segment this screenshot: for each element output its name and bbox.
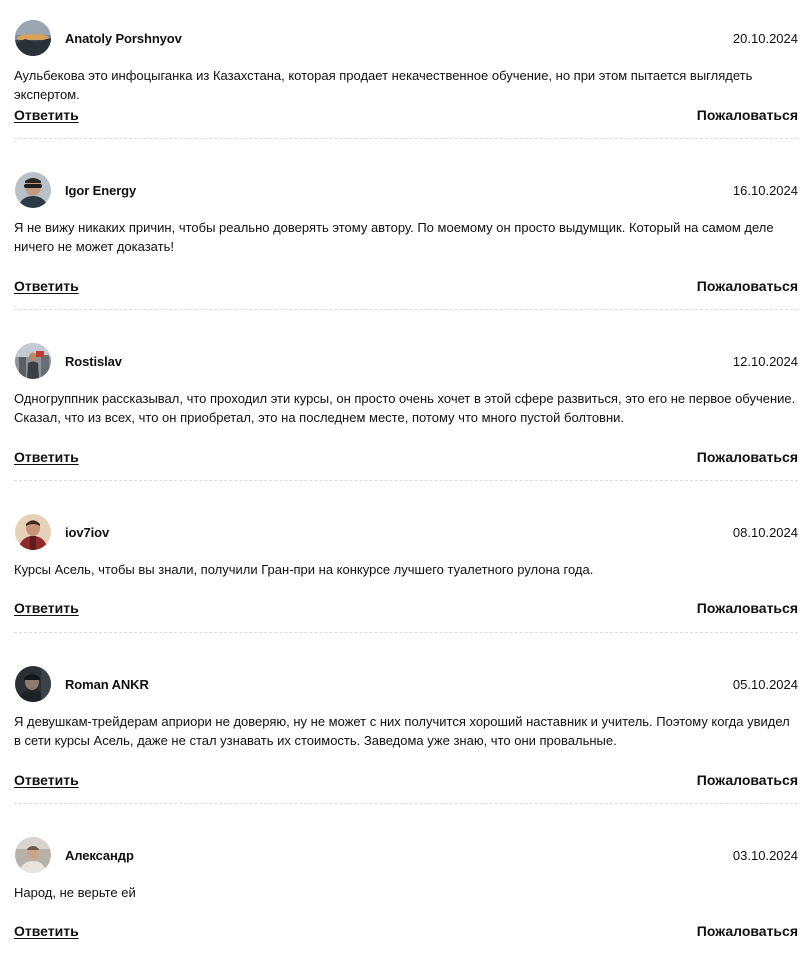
comment-date: 16.10.2024: [732, 183, 798, 198]
comments-list: Anatoly Porshnyov 20.10.2024 Аульбекова …: [0, 0, 810, 953]
report-link[interactable]: Пожаловаться: [697, 107, 798, 123]
avatar[interactable]: [15, 343, 51, 379]
author-name: Anatoly Porshnyov: [65, 31, 182, 46]
comment-header: Александр 03.10.2024: [14, 837, 798, 873]
comment-item: Igor Energy 16.10.2024 Я не вижу никаких…: [14, 172, 798, 312]
report-link[interactable]: Пожаловаться: [697, 278, 798, 294]
reply-link[interactable]: Ответить: [14, 772, 79, 788]
comment-text: Народ, не верьте ей: [14, 885, 136, 900]
author-name: Roman ANKR: [65, 677, 149, 692]
comment-text: Аульбекова это инфоцыганка из Казахстана…: [14, 68, 753, 102]
comment-header: Igor Energy 16.10.2024: [14, 172, 798, 208]
comment-header: Rostislav 12.10.2024: [14, 343, 798, 379]
comment-item: iov7iov 08.10.2024 Курсы Асель, чтобы вы…: [14, 514, 798, 634]
report-link[interactable]: Пожаловаться: [697, 772, 798, 788]
comment-text: Я девушкам-трейдерам априори не доверяю,…: [14, 714, 790, 748]
comment-item: Roman ANKR 05.10.2024 Я девушкам-трейдер…: [14, 666, 798, 806]
avatar[interactable]: [15, 837, 51, 873]
reply-link[interactable]: Ответить: [14, 923, 79, 939]
comment-divider: [14, 309, 798, 310]
comment-date: 08.10.2024: [732, 525, 798, 540]
avatar[interactable]: [15, 514, 51, 550]
comment-text: Одногруппник рассказывал, что проходил э…: [14, 391, 796, 425]
comment-text: Курсы Асель, чтобы вы знали, получили Гр…: [14, 562, 594, 577]
author-name: Igor Energy: [65, 183, 137, 198]
avatar[interactable]: [15, 20, 51, 56]
comment-divider: [14, 803, 798, 804]
comment-date: 20.10.2024: [732, 31, 798, 46]
comment-divider: [14, 138, 798, 139]
avatar[interactable]: [15, 666, 51, 702]
author-name: iov7iov: [65, 525, 110, 540]
reply-link[interactable]: Ответить: [14, 278, 79, 294]
comment-header: Roman ANKR 05.10.2024: [14, 666, 798, 702]
comment-header: Anatoly Porshnyov 20.10.2024: [14, 20, 798, 56]
comment-text: Я не вижу никаких причин, чтобы реально …: [14, 220, 774, 254]
author-name: Александр: [65, 848, 134, 863]
comment-item: Anatoly Porshnyov 20.10.2024 Аульбекова …: [14, 20, 798, 140]
comment-item: Александр 03.10.2024 Народ, не верьте ей…: [14, 837, 798, 947]
reply-link[interactable]: Ответить: [14, 600, 79, 616]
comment-item: Rostislav 12.10.2024 Одногруппник расска…: [14, 343, 798, 483]
report-link[interactable]: Пожаловаться: [697, 923, 798, 939]
avatar[interactable]: [15, 172, 51, 208]
report-link[interactable]: Пожаловаться: [697, 449, 798, 465]
reply-link[interactable]: Ответить: [14, 107, 79, 123]
comment-date: 03.10.2024: [732, 848, 798, 863]
comment-divider: [14, 632, 798, 633]
report-link[interactable]: Пожаловаться: [697, 600, 798, 616]
comment-divider: [14, 480, 798, 481]
comment-date: 12.10.2024: [732, 354, 798, 369]
author-name: Rostislav: [65, 354, 122, 369]
comment-header: iov7iov 08.10.2024: [14, 514, 798, 550]
reply-link[interactable]: Ответить: [14, 449, 79, 465]
comment-date: 05.10.2024: [732, 677, 798, 692]
